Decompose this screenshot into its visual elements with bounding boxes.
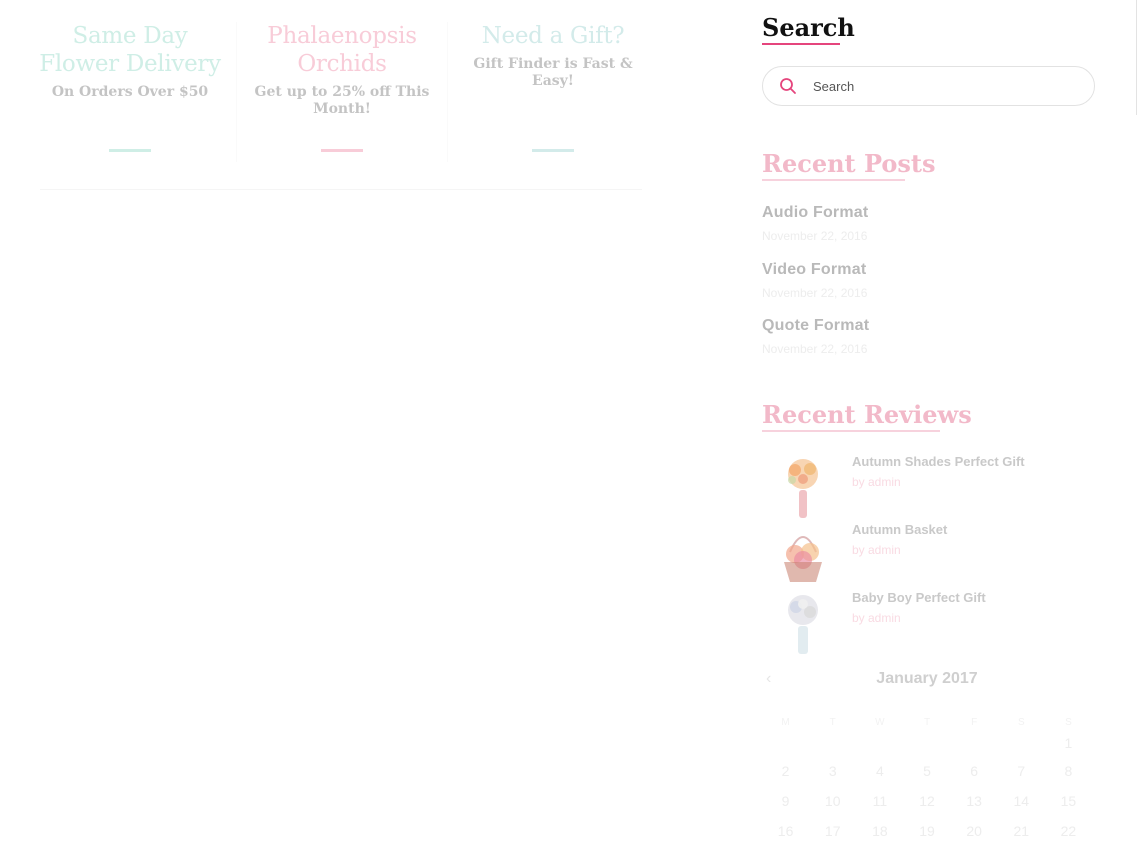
calendar-day: 13 xyxy=(966,793,982,809)
post-date: November 22, 2016 xyxy=(762,229,868,243)
search-icon[interactable] xyxy=(779,77,797,95)
calendar-day xyxy=(998,730,1045,756)
recent-post-item[interactable]: Quote Format November 22, 2016 xyxy=(762,317,869,356)
weekday-label: M xyxy=(781,716,790,728)
calendar-day: 21 xyxy=(1013,823,1030,839)
search-widget-title: Search xyxy=(762,14,855,45)
post-title[interactable]: Quote Format xyxy=(762,317,869,335)
calendar-day: 10 xyxy=(824,793,841,809)
calendar-caption: January 2017 xyxy=(876,670,978,687)
calendar-week-row: 9 10 11 12 13 14 15 xyxy=(762,786,1092,816)
bouquet-thumbnail[interactable] xyxy=(770,454,836,520)
weekday-label: T xyxy=(923,716,931,728)
post-title[interactable]: Video Format xyxy=(762,261,867,279)
post-date: November 22, 2016 xyxy=(762,286,868,300)
promo-bottom-border xyxy=(40,189,642,190)
search-input[interactable] xyxy=(811,77,1075,95)
review-author: by admin xyxy=(852,475,901,489)
calendar-day: 12 xyxy=(919,793,935,809)
calendar-day: 5 xyxy=(923,763,931,779)
calendar-week-row: 16 17 18 19 20 21 22 xyxy=(762,816,1092,846)
calendar-weekday-row: M T W T F S S xyxy=(762,714,1092,730)
weekday-label: W xyxy=(875,716,885,728)
weekday-label: S xyxy=(1065,716,1072,728)
calendar-day: 17 xyxy=(824,823,841,839)
promo-divider xyxy=(236,22,237,162)
promo-gift-finder[interactable]: Need a Gift? Gift Finder is Fast & Easy! xyxy=(453,22,653,167)
review-author: by admin xyxy=(852,543,901,557)
basket-thumbnail[interactable] xyxy=(770,522,836,588)
calendar-day xyxy=(809,730,856,756)
review-title[interactable]: Baby Boy Perfect Gift xyxy=(852,590,986,605)
review-title[interactable]: Autumn Basket xyxy=(852,522,947,537)
review-title[interactable]: Autumn Shades Perfect Gift xyxy=(852,454,1025,469)
promo-title: Need a Gift? xyxy=(481,23,625,49)
calendar-day: 1 xyxy=(1064,735,1073,751)
recent-reviews-title: Recent Reviews xyxy=(762,401,972,432)
review-item[interactable]: Autumn Basket by admin xyxy=(770,522,1100,586)
promo-underline xyxy=(532,149,574,152)
calendar-day: 18 xyxy=(872,823,888,839)
recent-posts-title: Recent Posts xyxy=(762,150,936,181)
post-title[interactable]: Audio Format xyxy=(762,204,868,222)
title-underline xyxy=(762,43,840,45)
calendar-day: 19 xyxy=(919,823,935,839)
review-item[interactable]: Autumn Shades Perfect Gift by admin xyxy=(770,454,1100,518)
calendar-day: 15 xyxy=(1060,793,1077,809)
post-date: November 22, 2016 xyxy=(762,342,868,356)
weekday-label: T xyxy=(829,716,836,728)
promo-orchids[interactable]: Phalaenopsis Orchids Get up to 25% off T… xyxy=(242,22,442,167)
promo-subtitle: Gift Finder is Fast & Easy! xyxy=(473,56,633,89)
search-widget-title-text: Search xyxy=(762,13,855,42)
calendar-day xyxy=(903,730,950,756)
calendar-day: 6 xyxy=(970,763,979,779)
recent-reviews-title-text: Recent Reviews xyxy=(762,400,972,429)
calendar-day: 16 xyxy=(777,823,794,839)
calendar-week-row: 2 3 4 5 6 7 8 xyxy=(762,756,1092,786)
calendar-day xyxy=(762,730,809,756)
recent-post-item[interactable]: Video Format November 22, 2016 xyxy=(762,261,867,300)
calendar-day: 14 xyxy=(1013,793,1030,809)
promo-underline xyxy=(321,149,363,152)
calendar-week-row: 1 xyxy=(762,730,1092,756)
promo-title: Same Day Flower Delivery xyxy=(39,23,221,77)
search-field[interactable] xyxy=(762,66,1095,106)
calendar-day: 22 xyxy=(1060,823,1077,839)
promo-title: Phalaenopsis Orchids xyxy=(267,23,417,77)
promo-underline xyxy=(109,149,151,152)
calendar-day: 8 xyxy=(1064,763,1073,779)
calendar-day: 20 xyxy=(966,823,982,839)
review-author: by admin xyxy=(852,611,901,625)
title-underline xyxy=(762,179,905,181)
promo-subtitle: On Orders Over $50 xyxy=(51,84,209,100)
promo-same-day-delivery[interactable]: Same Day Flower Delivery On Orders Over … xyxy=(30,22,230,167)
recent-posts-title-text: Recent Posts xyxy=(762,149,936,178)
calendar-day: 9 xyxy=(781,793,790,809)
calendar-day: 11 xyxy=(872,793,888,809)
recent-post-item[interactable]: Audio Format November 22, 2016 xyxy=(762,204,868,243)
promo-divider xyxy=(447,22,448,162)
calendar-day xyxy=(856,730,903,756)
weekday-label: S xyxy=(1017,716,1025,728)
calendar-day: 7 xyxy=(1017,763,1026,779)
title-underline xyxy=(762,430,940,432)
review-item[interactable]: Baby Boy Perfect Gift by admin xyxy=(770,590,1100,654)
calendar-table: M T W T F S S 1 2 3 4 5 6 7 8 9 10 11 12… xyxy=(762,714,1092,846)
calendar-day: 3 xyxy=(828,763,837,779)
bouquet-thumbnail[interactable] xyxy=(770,590,836,656)
calendar-day: 4 xyxy=(875,763,884,779)
calendar-day xyxy=(951,730,998,756)
calendar-day: 2 xyxy=(781,763,790,779)
weekday-label: F xyxy=(971,716,978,728)
promo-subtitle: Get up to 25% off This Month! xyxy=(254,84,430,117)
promo-banner: Same Day Flower Delivery On Orders Over … xyxy=(30,22,642,190)
